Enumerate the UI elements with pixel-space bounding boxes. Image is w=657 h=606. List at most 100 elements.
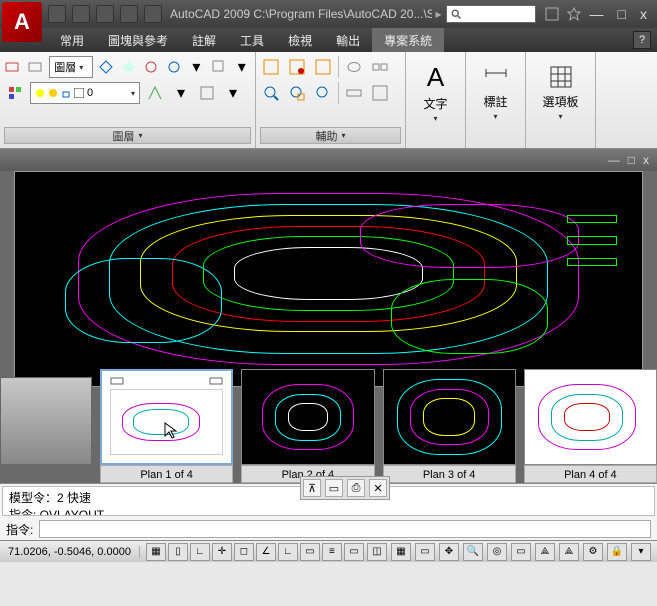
tab-tools[interactable]: 工具 (228, 28, 276, 52)
layer-prev-icon[interactable] (119, 56, 138, 78)
ducs-toggle[interactable]: ∟ (278, 543, 298, 561)
tab-project-system[interactable]: 專案系統 (372, 28, 444, 52)
lwt-toggle[interactable]: ≡ (322, 543, 342, 561)
otrack-toggle[interactable]: ∠ (256, 543, 276, 561)
close-button[interactable]: x (640, 6, 647, 22)
drawing-close-button[interactable]: x (643, 153, 649, 167)
chevron-down-icon: ▾ (79, 63, 83, 72)
favorite-icon[interactable] (566, 6, 582, 22)
text-label: 文字 (423, 95, 447, 112)
model-viewport[interactable] (14, 171, 643, 387)
close-qv-icon[interactable]: ✕ (369, 479, 387, 497)
app-logo[interactable]: A (2, 2, 42, 42)
command-history-line: 指令: QVLAYOUT (9, 506, 648, 516)
ws-button[interactable]: ⚙ (583, 543, 603, 561)
layer-tool4-icon[interactable]: ▾ (222, 82, 244, 104)
publish-icon[interactable]: ⎙ (347, 479, 365, 497)
zoom-button[interactable]: 🔍 (463, 543, 483, 561)
qp-toggle[interactable]: ▭ (344, 543, 364, 561)
aux-link2-icon[interactable] (369, 56, 391, 78)
qv-drawings-button[interactable]: ▭ (415, 543, 435, 561)
layer-tool3-icon[interactable] (196, 82, 218, 104)
infocenter-icon[interactable] (544, 6, 560, 22)
layer-state-icon[interactable] (4, 56, 23, 78)
aux-link1-icon[interactable] (343, 56, 365, 78)
tab-output[interactable]: 輸出 (324, 28, 372, 52)
aux-tool3-icon[interactable] (312, 56, 334, 78)
new-layout-icon[interactable]: ▭ (325, 479, 343, 497)
optionboard-button[interactable]: 選項板 ▾ (530, 56, 591, 128)
layout-nav-toolbar: ⊼ ▭ ⎙ ✕ (300, 476, 390, 500)
aux-tool7-icon[interactable] (369, 82, 391, 104)
ortho-toggle[interactable]: ∟ (190, 543, 210, 561)
chevron-down-icon: ▾ (558, 112, 562, 121)
layer-more2-icon[interactable]: ▾ (170, 82, 192, 104)
layer-tool2-icon[interactable]: ▾ (232, 56, 251, 78)
layer-iso-icon[interactable] (97, 56, 116, 78)
showmotion-button[interactable]: ▭ (511, 543, 531, 561)
aux-zoomwin-icon[interactable] (286, 82, 308, 104)
qat-open-button[interactable] (72, 5, 90, 23)
search-input[interactable] (446, 5, 536, 23)
layout-preview (100, 369, 233, 465)
layout-thumb-2[interactable]: Plan 2 of 4 (241, 369, 374, 483)
snap-toggle[interactable]: ▦ (146, 543, 166, 561)
layout-thumb-3[interactable]: Plan 3 of 4 (383, 369, 516, 483)
layout-thumb-1[interactable]: Plan 1 of 4 (100, 369, 233, 483)
panel-title-aux[interactable]: 輔助▾ (260, 127, 401, 144)
tab-blocks[interactable]: 圖塊與參考 (96, 28, 180, 52)
steering-button[interactable]: ◎ (487, 543, 507, 561)
chevron-down-icon: ▾ (493, 112, 497, 121)
tab-view[interactable]: 檢視 (276, 28, 324, 52)
pin-icon[interactable]: ⊼ (303, 479, 321, 497)
annovis-button[interactable]: ⟁ (559, 543, 579, 561)
layer-list-icon[interactable] (27, 56, 46, 78)
lock-button[interactable]: 🔒 (607, 543, 627, 561)
layer-dropdown[interactable]: 圖層▾ (49, 56, 92, 78)
panel-title-layers[interactable]: 圖層▾ (4, 127, 251, 144)
printer-icon (209, 375, 223, 387)
drawing-minimize-button[interactable]: — (608, 153, 620, 167)
maximize-button[interactable]: □ (618, 6, 626, 22)
chevron-down-icon: ▾ (138, 131, 142, 140)
tab-common[interactable]: 常用 (48, 28, 96, 52)
help-button[interactable]: ? (633, 31, 651, 49)
osnap-toggle[interactable]: ◻ (234, 543, 254, 561)
qat-new-button[interactable] (48, 5, 66, 23)
optionboard-label: 選項板 (542, 93, 578, 110)
aux-zoom-icon[interactable] (260, 82, 282, 104)
minimize-button[interactable]: — (590, 6, 604, 22)
aux-tool2-icon[interactable] (286, 56, 308, 78)
polar-toggle[interactable]: ✛ (212, 543, 232, 561)
layer-match-icon[interactable] (144, 82, 166, 104)
layout-label: Plan 1 of 4 (100, 465, 233, 483)
tab-annotate[interactable]: 註解 (180, 28, 228, 52)
aux-tool1-icon[interactable] (260, 56, 282, 78)
aux-find-icon[interactable] (312, 82, 334, 104)
layout-thumb-4[interactable]: Plan 4 of 4 (524, 369, 657, 483)
qv-layouts-button[interactable]: ▦ (391, 543, 411, 561)
chevron-down-icon: ▾ (433, 114, 437, 123)
aux-tool6-icon[interactable] (343, 82, 365, 104)
layer-off-icon[interactable] (142, 56, 161, 78)
layer-tool1-icon[interactable] (210, 56, 229, 78)
grid-toggle[interactable]: ▯ (168, 543, 188, 561)
annoscale-button[interactable]: ⟁ (535, 543, 555, 561)
command-input[interactable] (39, 520, 651, 538)
annotate-button[interactable]: 標註 ▾ (470, 56, 521, 128)
model-button[interactable]: ◫ (367, 543, 387, 561)
pan-button[interactable]: ✥ (439, 543, 459, 561)
layer-more1-icon[interactable]: ▾ (187, 56, 206, 78)
layout-preview (241, 369, 374, 465)
layer-freeze-icon[interactable] (164, 56, 183, 78)
dimension-icon (482, 63, 510, 91)
qat-redo-button[interactable] (144, 5, 162, 23)
layer-props-icon[interactable] (4, 82, 26, 104)
dyn-toggle[interactable]: ▭ (300, 543, 320, 561)
tray-button[interactable]: ▾ (631, 543, 651, 561)
layer-status-dropdown[interactable]: 0 ▾ (30, 82, 140, 104)
drawing-maximize-button[interactable]: □ (628, 153, 635, 167)
text-button[interactable]: A 文字 ▾ (410, 56, 461, 128)
qat-save-button[interactable] (96, 5, 114, 23)
qat-undo-button[interactable] (120, 5, 138, 23)
